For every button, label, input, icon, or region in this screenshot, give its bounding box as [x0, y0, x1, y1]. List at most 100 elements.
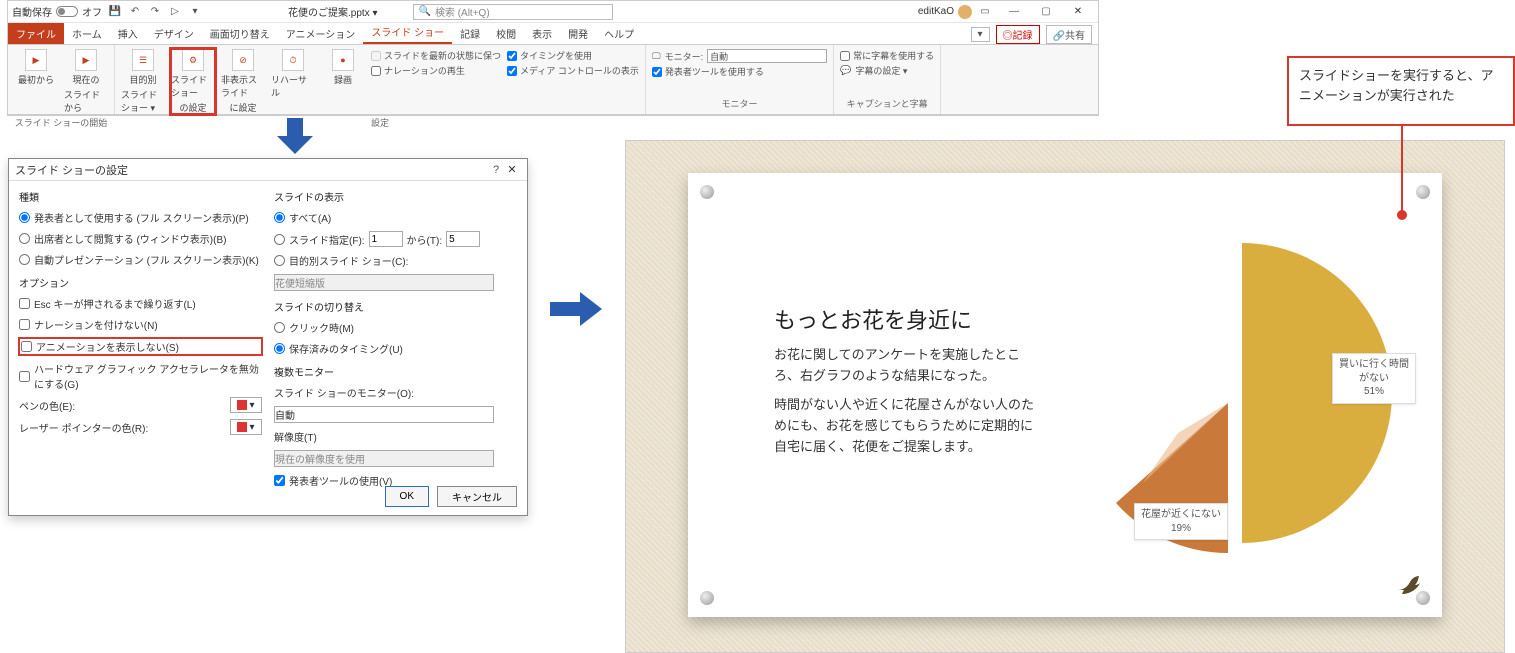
group-monitor-label: モニター: [652, 97, 827, 110]
tab-view[interactable]: 表示: [524, 23, 560, 44]
custom-show-select[interactable]: 花便短縮版: [274, 274, 494, 291]
no-animation-check[interactable]: アニメーションを表示しない(S): [21, 339, 260, 354]
tab-review[interactable]: 校閲: [488, 23, 524, 44]
search-input[interactable]: 🔍 検索 (Alt+Q): [413, 4, 613, 20]
ok-button[interactable]: OK: [385, 486, 429, 507]
callout-leader-line: [1401, 126, 1403, 212]
ribbon-display-icon[interactable]: ▭: [978, 5, 992, 19]
maximize-button[interactable]: ▢: [1030, 2, 1062, 22]
record-button[interactable]: ◎記録: [996, 25, 1040, 44]
redo-icon[interactable]: ↷: [148, 5, 162, 19]
hide-slide-button[interactable]: ⊘ 非表示スライド に設定: [221, 49, 265, 114]
from-beginning-label: 最初から: [18, 73, 54, 86]
minimize-button[interactable]: —: [998, 2, 1030, 22]
close-icon[interactable]: ✕: [503, 163, 521, 176]
save-icon[interactable]: 💾: [108, 5, 122, 19]
show-group-title: スライドの表示: [274, 189, 517, 204]
bird-icon: [1392, 568, 1422, 601]
cancel-button[interactable]: キャンセル: [437, 486, 517, 507]
ribbon-group-captions: 常に字幕を使用する 💬 字幕の設定 ▾ キャプションと字幕: [834, 45, 941, 114]
document-title[interactable]: 花便のご提案.pptx ▾: [288, 4, 377, 19]
kind-browse-radio[interactable]: 出席者として閲覧する (ウィンドウ表示)(B): [19, 231, 262, 246]
subtitle-settings-button[interactable]: 💬 字幕の設定 ▾: [840, 64, 934, 77]
setup-checkboxes-2: タイミングを使用 メディア コントロールの表示: [507, 49, 639, 77]
tab-file[interactable]: ファイル: [8, 23, 64, 44]
from-current-l2: スライドから: [64, 88, 108, 114]
pen-color-button[interactable]: ▾: [230, 397, 262, 413]
share-button[interactable]: 🔗共有: [1046, 25, 1092, 44]
slideshow-icon: ▶: [25, 49, 47, 71]
slideshow-start-icon[interactable]: ▷: [168, 5, 182, 19]
laser-color-button[interactable]: ▾: [230, 419, 262, 435]
account-button[interactable]: editKaO: [918, 5, 972, 19]
qat-dropdown-icon[interactable]: ▾: [188, 5, 202, 19]
record-icon: ●: [332, 49, 354, 71]
kind-presenter-radio[interactable]: 発表者として使用する (フル スクリーン表示)(P): [19, 210, 262, 225]
pen-color-label: ペンの色(E):: [19, 398, 75, 413]
record-button-ribbon[interactable]: ● 録画: [321, 49, 365, 86]
show-all-radio[interactable]: すべて(A): [274, 210, 517, 225]
kind-group-title: 種類: [19, 189, 262, 204]
resolution-select[interactable]: 現在の解像度を使用: [274, 450, 494, 467]
loop-check[interactable]: Esc キーが押されるまで繰り返す(L): [19, 296, 262, 311]
tab-animations[interactable]: アニメーション: [278, 23, 364, 44]
close-button[interactable]: ✕: [1062, 2, 1094, 22]
custom-show-l1: 目的別: [129, 73, 156, 86]
rehearse-button[interactable]: ⏱ リハーサル: [271, 49, 315, 99]
tab-slideshow[interactable]: スライド ショー: [363, 21, 452, 44]
narration-check[interactable]: ナレーションの再生: [371, 64, 501, 77]
advance-click-radio[interactable]: クリック時(M): [274, 320, 517, 335]
callout-text: スライドショーを実行すると、アニメーションが実行された: [1299, 68, 1493, 103]
keep-updated-check[interactable]: スライドを最新の状態に保つ: [371, 49, 501, 62]
monitor-label: モニター:: [665, 50, 704, 63]
help-icon[interactable]: ?: [489, 164, 503, 176]
monitor-select[interactable]: 自動: [707, 49, 827, 63]
user-name: editKaO: [918, 6, 954, 17]
multi-monitor-label: スライド ショーのモニター(O):: [274, 385, 517, 400]
custom-show-l2: スライド ショー ▾: [121, 88, 165, 114]
multi-group-title: 複数モニター: [274, 364, 517, 379]
tab-transitions[interactable]: 画面切り替え: [202, 23, 278, 44]
monitor-icon: 🖵: [652, 51, 661, 62]
show-custom-radio[interactable]: 目的別スライド ショー(C):: [274, 253, 517, 268]
tab-help[interactable]: ヘルプ: [596, 23, 642, 44]
ribbon-group-start: ▶ 最初から ▶ 現在の スライドから スライド ショーの開始: [8, 45, 115, 114]
tab-insert[interactable]: 挿入: [110, 23, 146, 44]
timing-check[interactable]: タイミングを使用: [507, 49, 639, 62]
tab-developer[interactable]: 開発: [560, 23, 596, 44]
tab-record[interactable]: 記録: [452, 23, 488, 44]
tab-design[interactable]: デザイン: [146, 23, 202, 44]
autosave-toggle[interactable]: 自動保存 オフ: [12, 4, 102, 19]
kind-kiosk-radio[interactable]: 自動プレゼンテーション (フル スクリーン表示)(K): [19, 252, 262, 267]
window-controls: — ▢ ✕: [998, 2, 1094, 22]
show-range-radio[interactable]: スライド指定(F):: [274, 232, 365, 247]
autosave-state: オフ: [82, 4, 102, 19]
monitor-select-row: 🖵 モニター: 自動: [652, 49, 827, 63]
no-narration-check[interactable]: ナレーションを付けない(N): [19, 317, 262, 332]
media-controls-check[interactable]: メディア コントロールの表示: [507, 64, 639, 77]
rehearse-icon: ⏱: [282, 49, 304, 71]
always-subtitle-check[interactable]: 常に字幕を使用する: [840, 49, 934, 62]
slide: もっとお花を身近に お花に関してのアンケートを実施したところ、右グラフのような結…: [688, 173, 1442, 617]
group-start-label: スライド ショーの開始: [14, 116, 108, 129]
multi-monitor-select[interactable]: 自動: [274, 406, 494, 423]
tab-home[interactable]: ホーム: [64, 23, 110, 44]
ribbon-mode-chip[interactable]: ▾: [971, 27, 990, 42]
advance-timing-radio[interactable]: 保存済みのタイミング(U): [274, 341, 517, 356]
quick-access-toolbar: 💾 ↶ ↷ ▷ ▾: [108, 5, 202, 19]
pen-color-row: ペンの色(E): ▾: [19, 397, 262, 413]
presenter-view-check[interactable]: 発表者ツールを使用する: [652, 65, 827, 78]
from-beginning-button[interactable]: ▶ 最初から: [14, 49, 58, 86]
setup-slideshow-button[interactable]: ⚙ スライド ショー の設定: [171, 49, 215, 114]
setup-l2: の設定: [179, 101, 206, 114]
custom-show-button[interactable]: ☰ 目的別 スライド ショー ▾: [121, 49, 165, 114]
arrow-right-icon: [548, 290, 604, 331]
range-to-input[interactable]: [446, 231, 480, 247]
resolution-label: 解像度(T): [274, 429, 517, 444]
setup-slideshow-dialog: スライド ショーの設定 ? ✕ 種類 発表者として使用する (フル スクリーン表…: [8, 158, 528, 516]
from-current-button[interactable]: ▶ 現在の スライドから: [64, 49, 108, 114]
range-from-input[interactable]: [369, 231, 403, 247]
undo-icon[interactable]: ↶: [128, 5, 142, 19]
laser-swatch-icon: [237, 422, 247, 432]
disable-gpu-check[interactable]: ハードウェア グラフィック アクセラレータを無効にする(G): [19, 361, 262, 391]
